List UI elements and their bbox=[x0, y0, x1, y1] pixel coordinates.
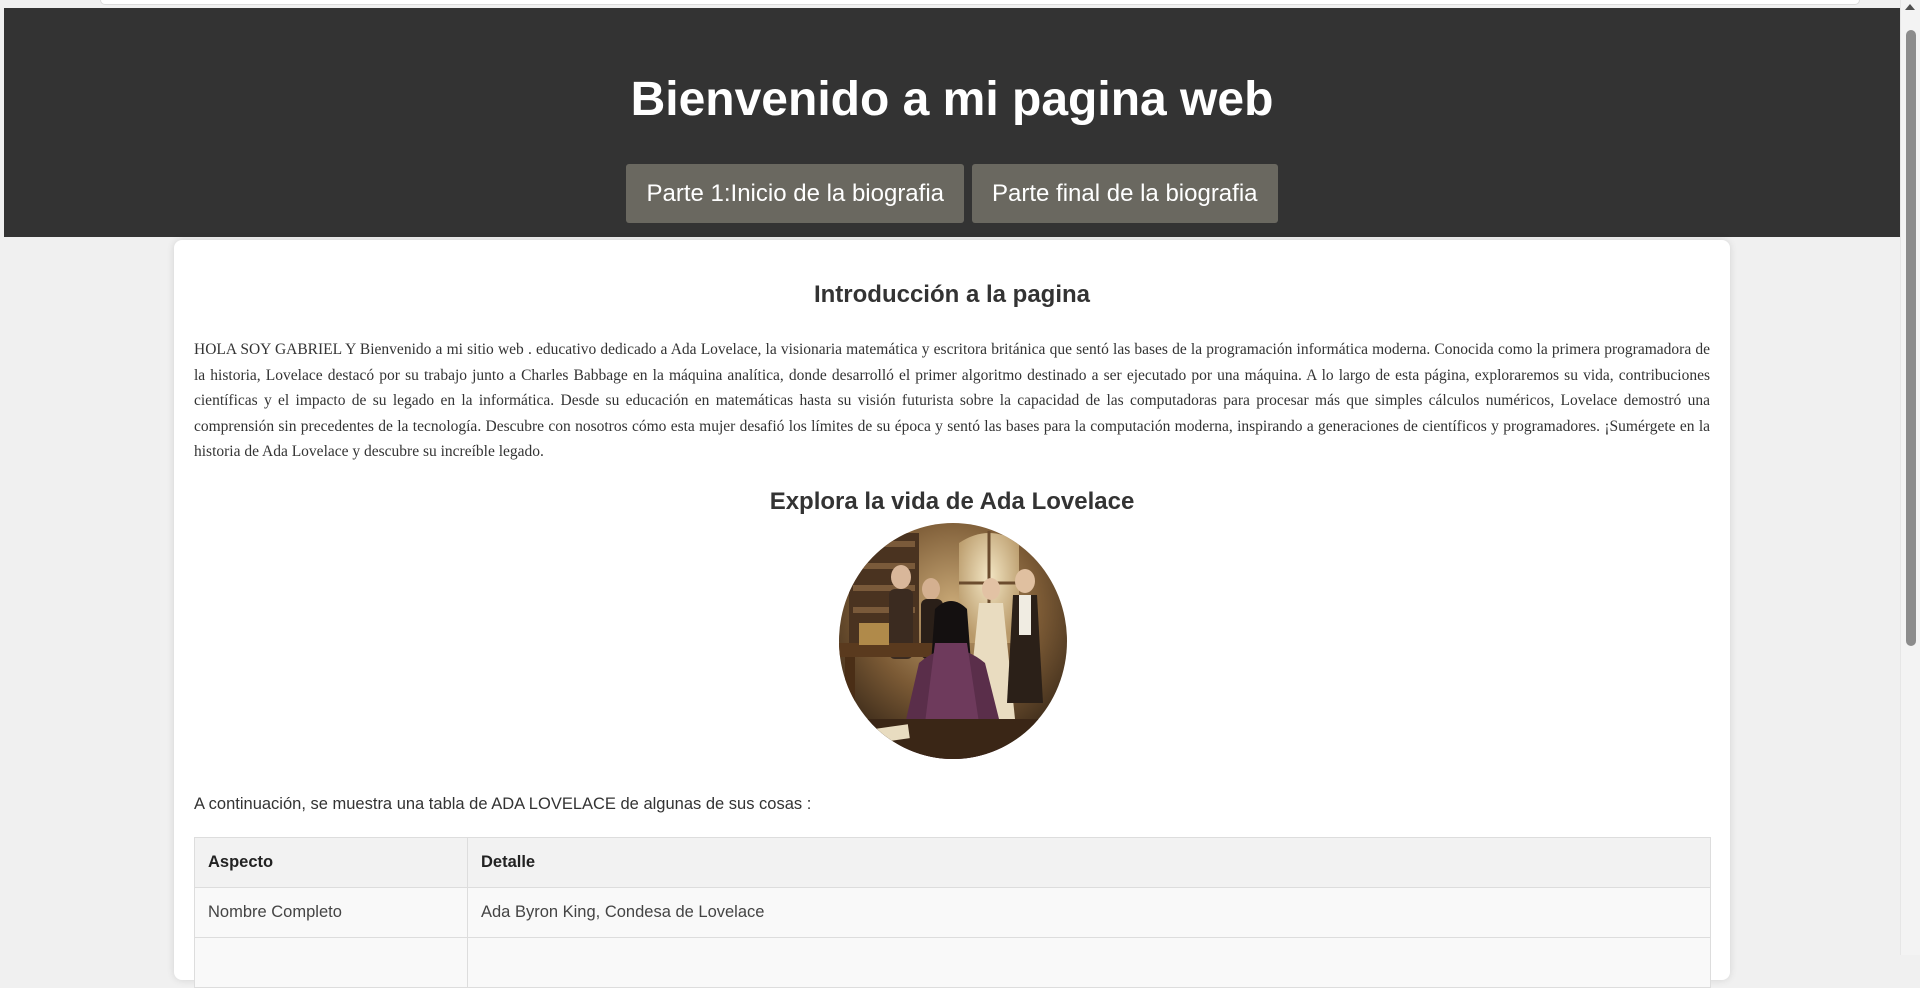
vertical-scrollbar[interactable] bbox=[1900, 0, 1920, 955]
browser-top-edge bbox=[100, 0, 1860, 5]
scrollbar-thumb[interactable] bbox=[1906, 30, 1916, 646]
table-row: Nombre Completo Ada Byron King, Condesa … bbox=[194, 887, 1711, 938]
main-nav: Parte 1:Inicio de la biografia Parte fin… bbox=[4, 164, 1900, 223]
table-intro-text: A continuación, se muestra una tabla de … bbox=[194, 795, 812, 813]
table-row bbox=[194, 937, 1711, 988]
biography-table: Aspecto Detalle Nombre Completo Ada Byro… bbox=[194, 837, 1711, 988]
table-header-aspect: Aspecto bbox=[194, 837, 468, 888]
explore-heading: Explora la vida de Ada Lovelace bbox=[769, 488, 1135, 515]
page-title: Bienvenido a mi pagina web bbox=[630, 73, 1274, 126]
table-header-row: Aspecto Detalle bbox=[194, 837, 1711, 888]
main-content-card: Introducción a la pagina HOLA SOY GABRIE… bbox=[174, 240, 1730, 988]
scroll-up-arrow-icon[interactable] bbox=[1905, 4, 1915, 10]
table-cell-detail: Ada Byron King, Condesa de Lovelace bbox=[467, 887, 1711, 938]
table-cell-detail bbox=[467, 937, 1711, 988]
table-cell-aspect: Nombre Completo bbox=[194, 887, 468, 938]
table-cell-aspect bbox=[194, 937, 468, 988]
table-header-detail: Detalle bbox=[467, 837, 1711, 888]
intro-heading: Introducción a la pagina bbox=[813, 281, 1091, 308]
nav-button-part-1[interactable]: Parte 1:Inicio de la biografia bbox=[626, 164, 964, 223]
ada-lovelace-portrait-image bbox=[839, 523, 1067, 759]
intro-paragraph: HOLA SOY GABRIEL Y Bienvenido a mi sitio… bbox=[194, 341, 1710, 460]
site-header: Bienvenido a mi pagina web Parte 1:Inici… bbox=[4, 8, 1900, 237]
nav-button-final-part[interactable]: Parte final de la biografia bbox=[972, 164, 1278, 223]
